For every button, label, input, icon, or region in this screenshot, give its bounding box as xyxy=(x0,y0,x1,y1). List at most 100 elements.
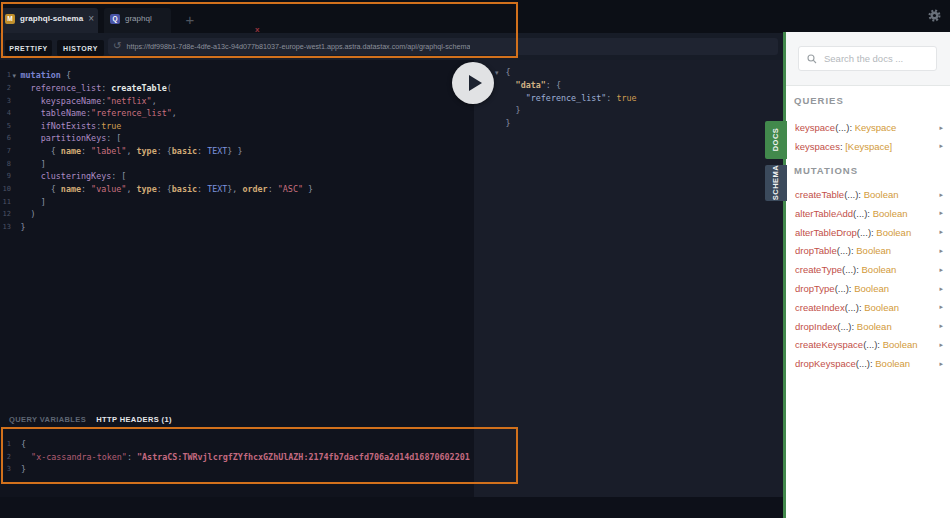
line-number: 3 xyxy=(0,95,11,108)
code-line: mutation { xyxy=(21,69,314,82)
fold-arrow-icon[interactable]: ▾ xyxy=(13,72,17,79)
docs-field-row[interactable]: alterTableAdd(...): Boolean▸ xyxy=(795,207,946,218)
bottom-strip xyxy=(0,497,786,518)
code-line: ifNotExists:true xyxy=(21,120,314,133)
code-token-str: "ASC" xyxy=(278,184,303,194)
field-type: [Keyspace] xyxy=(843,140,893,151)
docs-tab-label: DOCS xyxy=(771,128,780,152)
http-headers-editor[interactable]: 123 { "x-cassandra-token": "AstraCS:TWRv… xyxy=(0,430,474,497)
docs-field-row[interactable]: dropTable(...): Boolean▸ xyxy=(795,245,946,256)
code-token-hval: "AstraCS:TWRvjlcrgfZYfhcxGZhUlAZH:2174fb… xyxy=(137,452,470,462)
expand-arrow-icon: ▸ xyxy=(939,360,943,367)
field-args: (...): xyxy=(842,264,859,275)
code-line: "reference_list": true xyxy=(506,92,637,105)
field-name: dropType xyxy=(795,283,835,294)
execute-play-button[interactable] xyxy=(452,62,494,104)
history-button[interactable]: HISTORY xyxy=(57,40,104,56)
line-number: 3 xyxy=(0,463,11,476)
field-type: Boolean xyxy=(870,207,908,218)
tab-query-variables[interactable]: QUERY VARIABLES xyxy=(9,415,86,424)
docs-sidebar: Search the docs ... QUERIESkeyspace(...)… xyxy=(783,32,950,518)
field-type: Boolean xyxy=(854,245,892,256)
field-type: Boolean xyxy=(854,320,892,331)
schema-vertical-tab[interactable]: SCHEMA xyxy=(765,165,787,202)
field-args: (...): xyxy=(837,245,854,256)
docs-field-row[interactable]: createType(...): Boolean▸ xyxy=(795,264,946,275)
docs-field-row[interactable]: dropType(...): Boolean▸ xyxy=(795,283,946,294)
docs-field-row[interactable]: keyspace(...): Keyspace▸ xyxy=(795,122,946,133)
tab-graphql-schema[interactable]: M graphql-schema × xyxy=(1,8,98,33)
field-name: dropKeyspace xyxy=(795,358,856,369)
field-name: keyspace xyxy=(795,122,835,133)
code-token-p: : xyxy=(81,184,91,194)
expand-arrow-icon: ▸ xyxy=(939,142,943,149)
code-token-p: }, xyxy=(227,184,242,194)
settings-gear-icon[interactable] xyxy=(926,7,942,23)
code-token-p: ( xyxy=(167,83,172,93)
line-number: 1 xyxy=(0,69,11,82)
code-token-okey: basic xyxy=(172,146,197,156)
code-line: } xyxy=(506,104,637,117)
docs-field-row[interactable]: createKeyspace(...): Boolean▸ xyxy=(795,339,946,350)
code-token-p: : xyxy=(81,146,91,156)
field-name: createType xyxy=(795,264,842,275)
code-token-p: { xyxy=(21,184,61,194)
code-line: ] xyxy=(21,158,314,171)
play-icon xyxy=(469,75,482,91)
docs-section-title: MUTATIONS xyxy=(794,165,858,176)
endpoint-url-input[interactable]: ↺ https://fdf998b1-7d8e-4dfe-a13c-94d077… xyxy=(108,38,778,56)
code-token-field: createTable xyxy=(111,83,166,93)
code-line: "data": { xyxy=(506,79,637,92)
code-token-enum: TEXT xyxy=(207,146,227,156)
expand-arrow-icon: ▸ xyxy=(939,191,943,198)
field-type: Boolean xyxy=(859,264,897,275)
docs-field-row[interactable]: createIndex(...): Boolean▸ xyxy=(795,301,946,312)
field-name: createIndex xyxy=(795,301,845,312)
code-line: partitionKeys: [ xyxy=(21,132,314,145)
code-token-okey: basic xyxy=(172,184,197,194)
search-icon xyxy=(807,54,817,64)
headers-json: { "x-cassandra-token": "AstraCS:TWRvjlcr… xyxy=(21,438,470,476)
code-token-bool: true xyxy=(101,121,121,131)
code-token-p xyxy=(21,96,41,106)
code-token-rkey: "data" xyxy=(516,80,546,90)
code-token-attr: ifNotExists xyxy=(41,121,96,131)
tab-http-headers[interactable]: HTTP HEADERS (1) xyxy=(96,415,172,424)
close-tab-icon[interactable]: × xyxy=(88,14,94,24)
collapse-arrow-icon[interactable]: ▾ xyxy=(495,69,499,76)
query-editor[interactable]: 12345678910111213 ▾ mutation { reference… xyxy=(0,60,474,408)
prettify-button[interactable]: PRETTIFY xyxy=(5,40,52,56)
field-name: createTable xyxy=(795,189,844,200)
code-line: clusteringKeys: [ xyxy=(21,170,314,183)
docs-search-input[interactable]: Search the docs ... xyxy=(798,46,937,71)
code-line: reference_list: createTable( xyxy=(21,82,314,95)
code-token-attr: partitionKeys xyxy=(41,133,107,143)
docs-field-row[interactable]: dropKeyspace(...): Boolean▸ xyxy=(795,358,946,369)
endpoint-url: https://fdf998b1-7d8e-4dfe-a13c-94d077b8… xyxy=(126,42,470,51)
docs-field-row[interactable]: keyspaces: [Keyspace]▸ xyxy=(795,140,946,151)
field-args: (...): xyxy=(837,320,854,331)
docs-field-row[interactable]: dropIndex(...): Boolean▸ xyxy=(795,320,946,331)
expand-arrow-icon: ▸ xyxy=(939,341,943,348)
expand-arrow-icon: ▸ xyxy=(939,209,943,216)
code-token-p: { xyxy=(506,67,511,77)
code-token-attr: keyspaceName xyxy=(41,96,102,106)
reload-history-icon: ↺ xyxy=(113,41,121,51)
code-line: } xyxy=(506,117,637,130)
code-line: keyspaceName:"netflix", xyxy=(21,95,314,108)
code-token-p: , xyxy=(152,96,157,106)
line-number: 4 xyxy=(0,107,11,120)
tab-graphql[interactable]: Q graphql xyxy=(104,8,171,33)
docs-field-row[interactable]: createTable(...): Boolean▸ xyxy=(795,189,946,200)
docs-field-row[interactable]: alterTableDrop(...): Boolean▸ xyxy=(795,226,946,237)
code-token-p: : xyxy=(606,93,616,103)
field-args: (...): xyxy=(857,226,874,237)
code-token-p: : xyxy=(127,452,137,462)
tab-label: graphql-schema xyxy=(20,14,83,23)
docs-section-title: QUERIES xyxy=(794,95,844,106)
docs-vertical-tab[interactable]: DOCS xyxy=(765,121,787,159)
code-token-p: ) xyxy=(21,209,36,219)
code-token-p xyxy=(21,133,41,143)
line-number: 9 xyxy=(0,170,11,183)
add-tab-button[interactable]: + xyxy=(178,8,202,33)
